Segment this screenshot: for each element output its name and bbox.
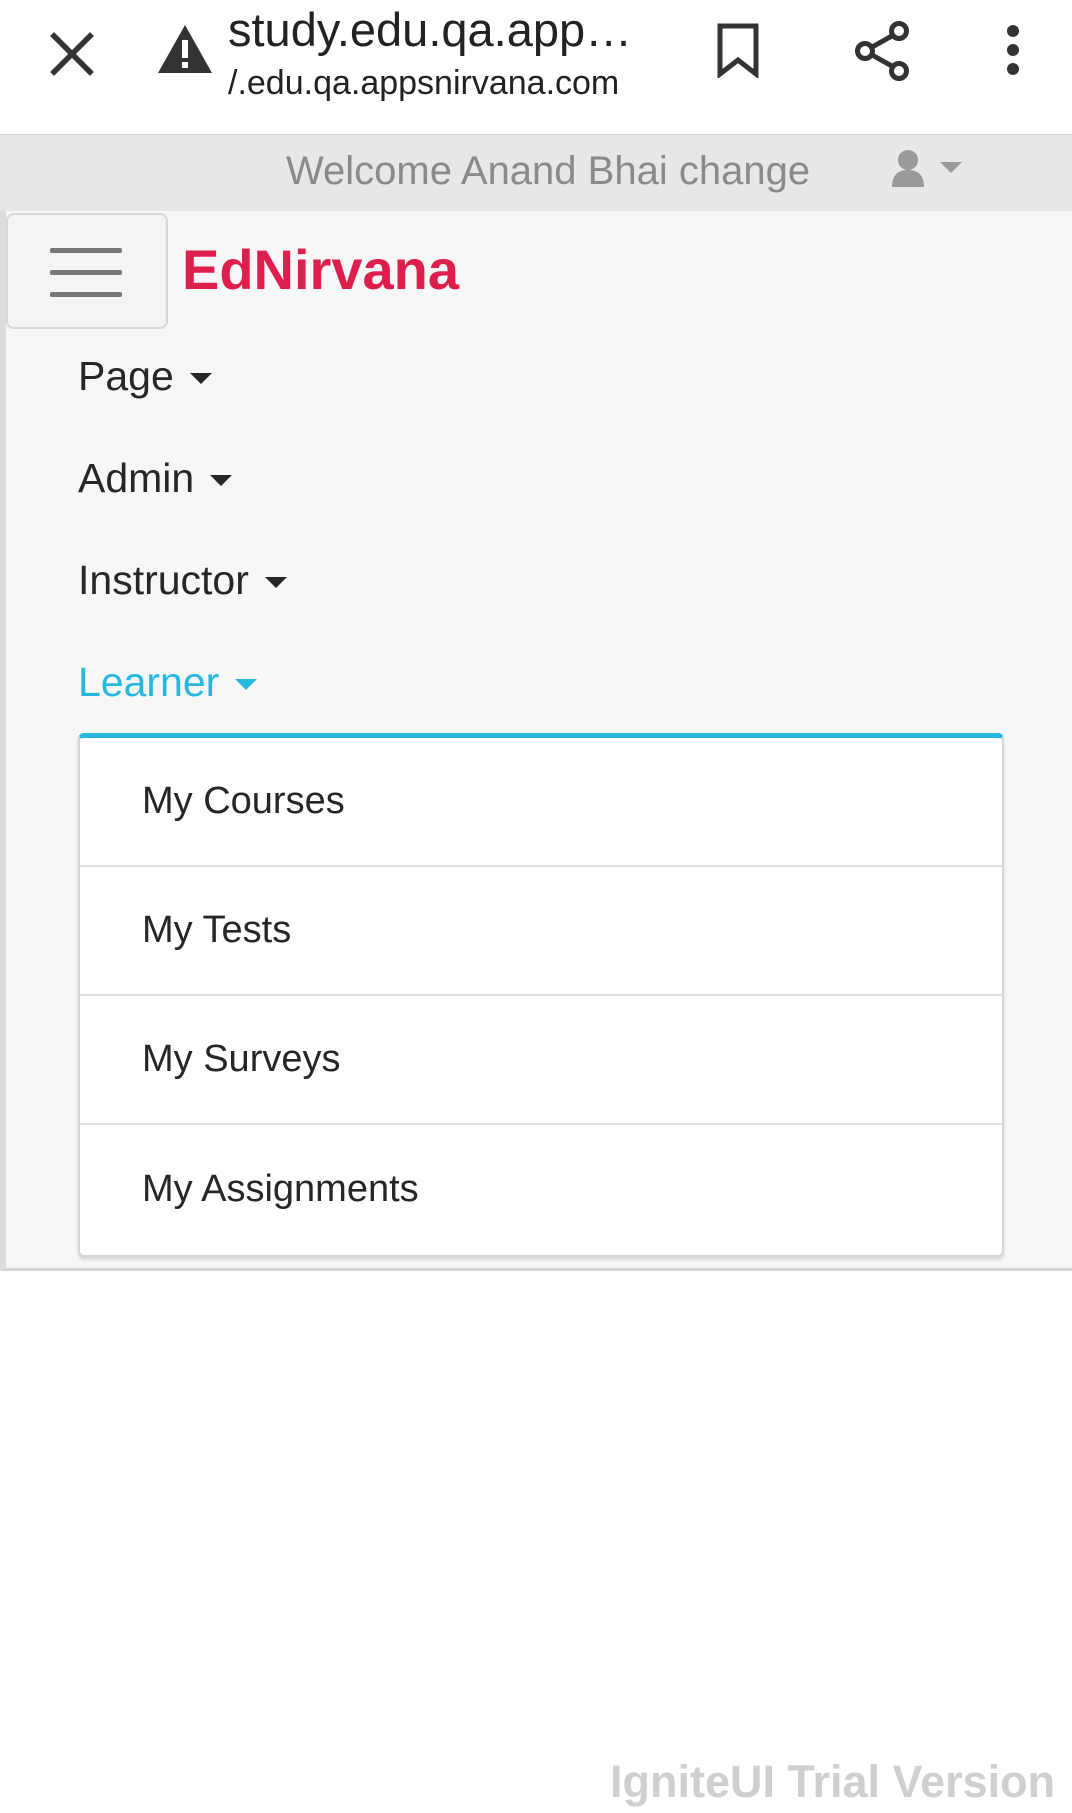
- warning-icon[interactable]: [156, 20, 214, 78]
- share-icon[interactable]: [850, 18, 916, 84]
- nav-item-label: Admin: [78, 455, 195, 501]
- nav-item-page[interactable]: Page: [78, 353, 212, 400]
- menu-item-my-courses[interactable]: My Courses: [80, 738, 1002, 867]
- chevron-down-icon: [264, 577, 287, 588]
- chevron-down-icon: [940, 161, 962, 173]
- menu-item-my-tests[interactable]: My Tests: [80, 867, 1002, 996]
- close-icon[interactable]: [40, 22, 104, 86]
- hamburger-icon: [50, 248, 122, 253]
- url-title: study.edu.qa.app…: [228, 3, 633, 56]
- learner-dropdown-menu: My Courses My Tests My Surveys My Assign…: [78, 733, 1004, 1257]
- browser-toolbar: study.edu.qa.app… /.edu.qa.appsnirvana.c…: [0, 0, 1072, 134]
- nav-item-label: Page: [78, 353, 174, 399]
- brand-logo[interactable]: EdNirvana: [182, 237, 459, 302]
- bookmark-icon[interactable]: [708, 20, 768, 80]
- chevron-down-icon: [235, 679, 258, 690]
- nav-item-admin[interactable]: Admin: [78, 455, 233, 502]
- nav-item-instructor[interactable]: Instructor: [78, 557, 287, 604]
- nav-item-label: Learner: [78, 659, 220, 705]
- nav-item-learner[interactable]: Learner: [78, 659, 258, 706]
- user-icon: [890, 149, 926, 194]
- menu-item-my-surveys[interactable]: My Surveys: [80, 996, 1002, 1125]
- more-options-icon[interactable]: [990, 20, 1036, 80]
- hamburger-icon-bar: [50, 292, 122, 297]
- chevron-down-icon: [210, 475, 233, 486]
- menu-item-my-assignments[interactable]: My Assignments: [80, 1125, 1002, 1254]
- nav-item-label: Instructor: [78, 557, 249, 603]
- trial-watermark: IgniteUI Trial Version: [610, 1756, 1056, 1807]
- chevron-down-icon: [189, 373, 212, 384]
- hamburger-icon-bar: [50, 270, 122, 275]
- welcome-bar: Welcome Anand Bhai change: [0, 134, 1072, 212]
- address-bar[interactable]: study.edu.qa.app… /.edu.qa.appsnirvana.c…: [228, 0, 668, 120]
- menu-toggle-button[interactable]: [6, 213, 168, 329]
- welcome-text: Welcome Anand Bhai change: [286, 149, 811, 193]
- url-host: /.edu.qa.appsnirvana.com: [228, 64, 620, 102]
- user-menu-button[interactable]: [890, 149, 970, 193]
